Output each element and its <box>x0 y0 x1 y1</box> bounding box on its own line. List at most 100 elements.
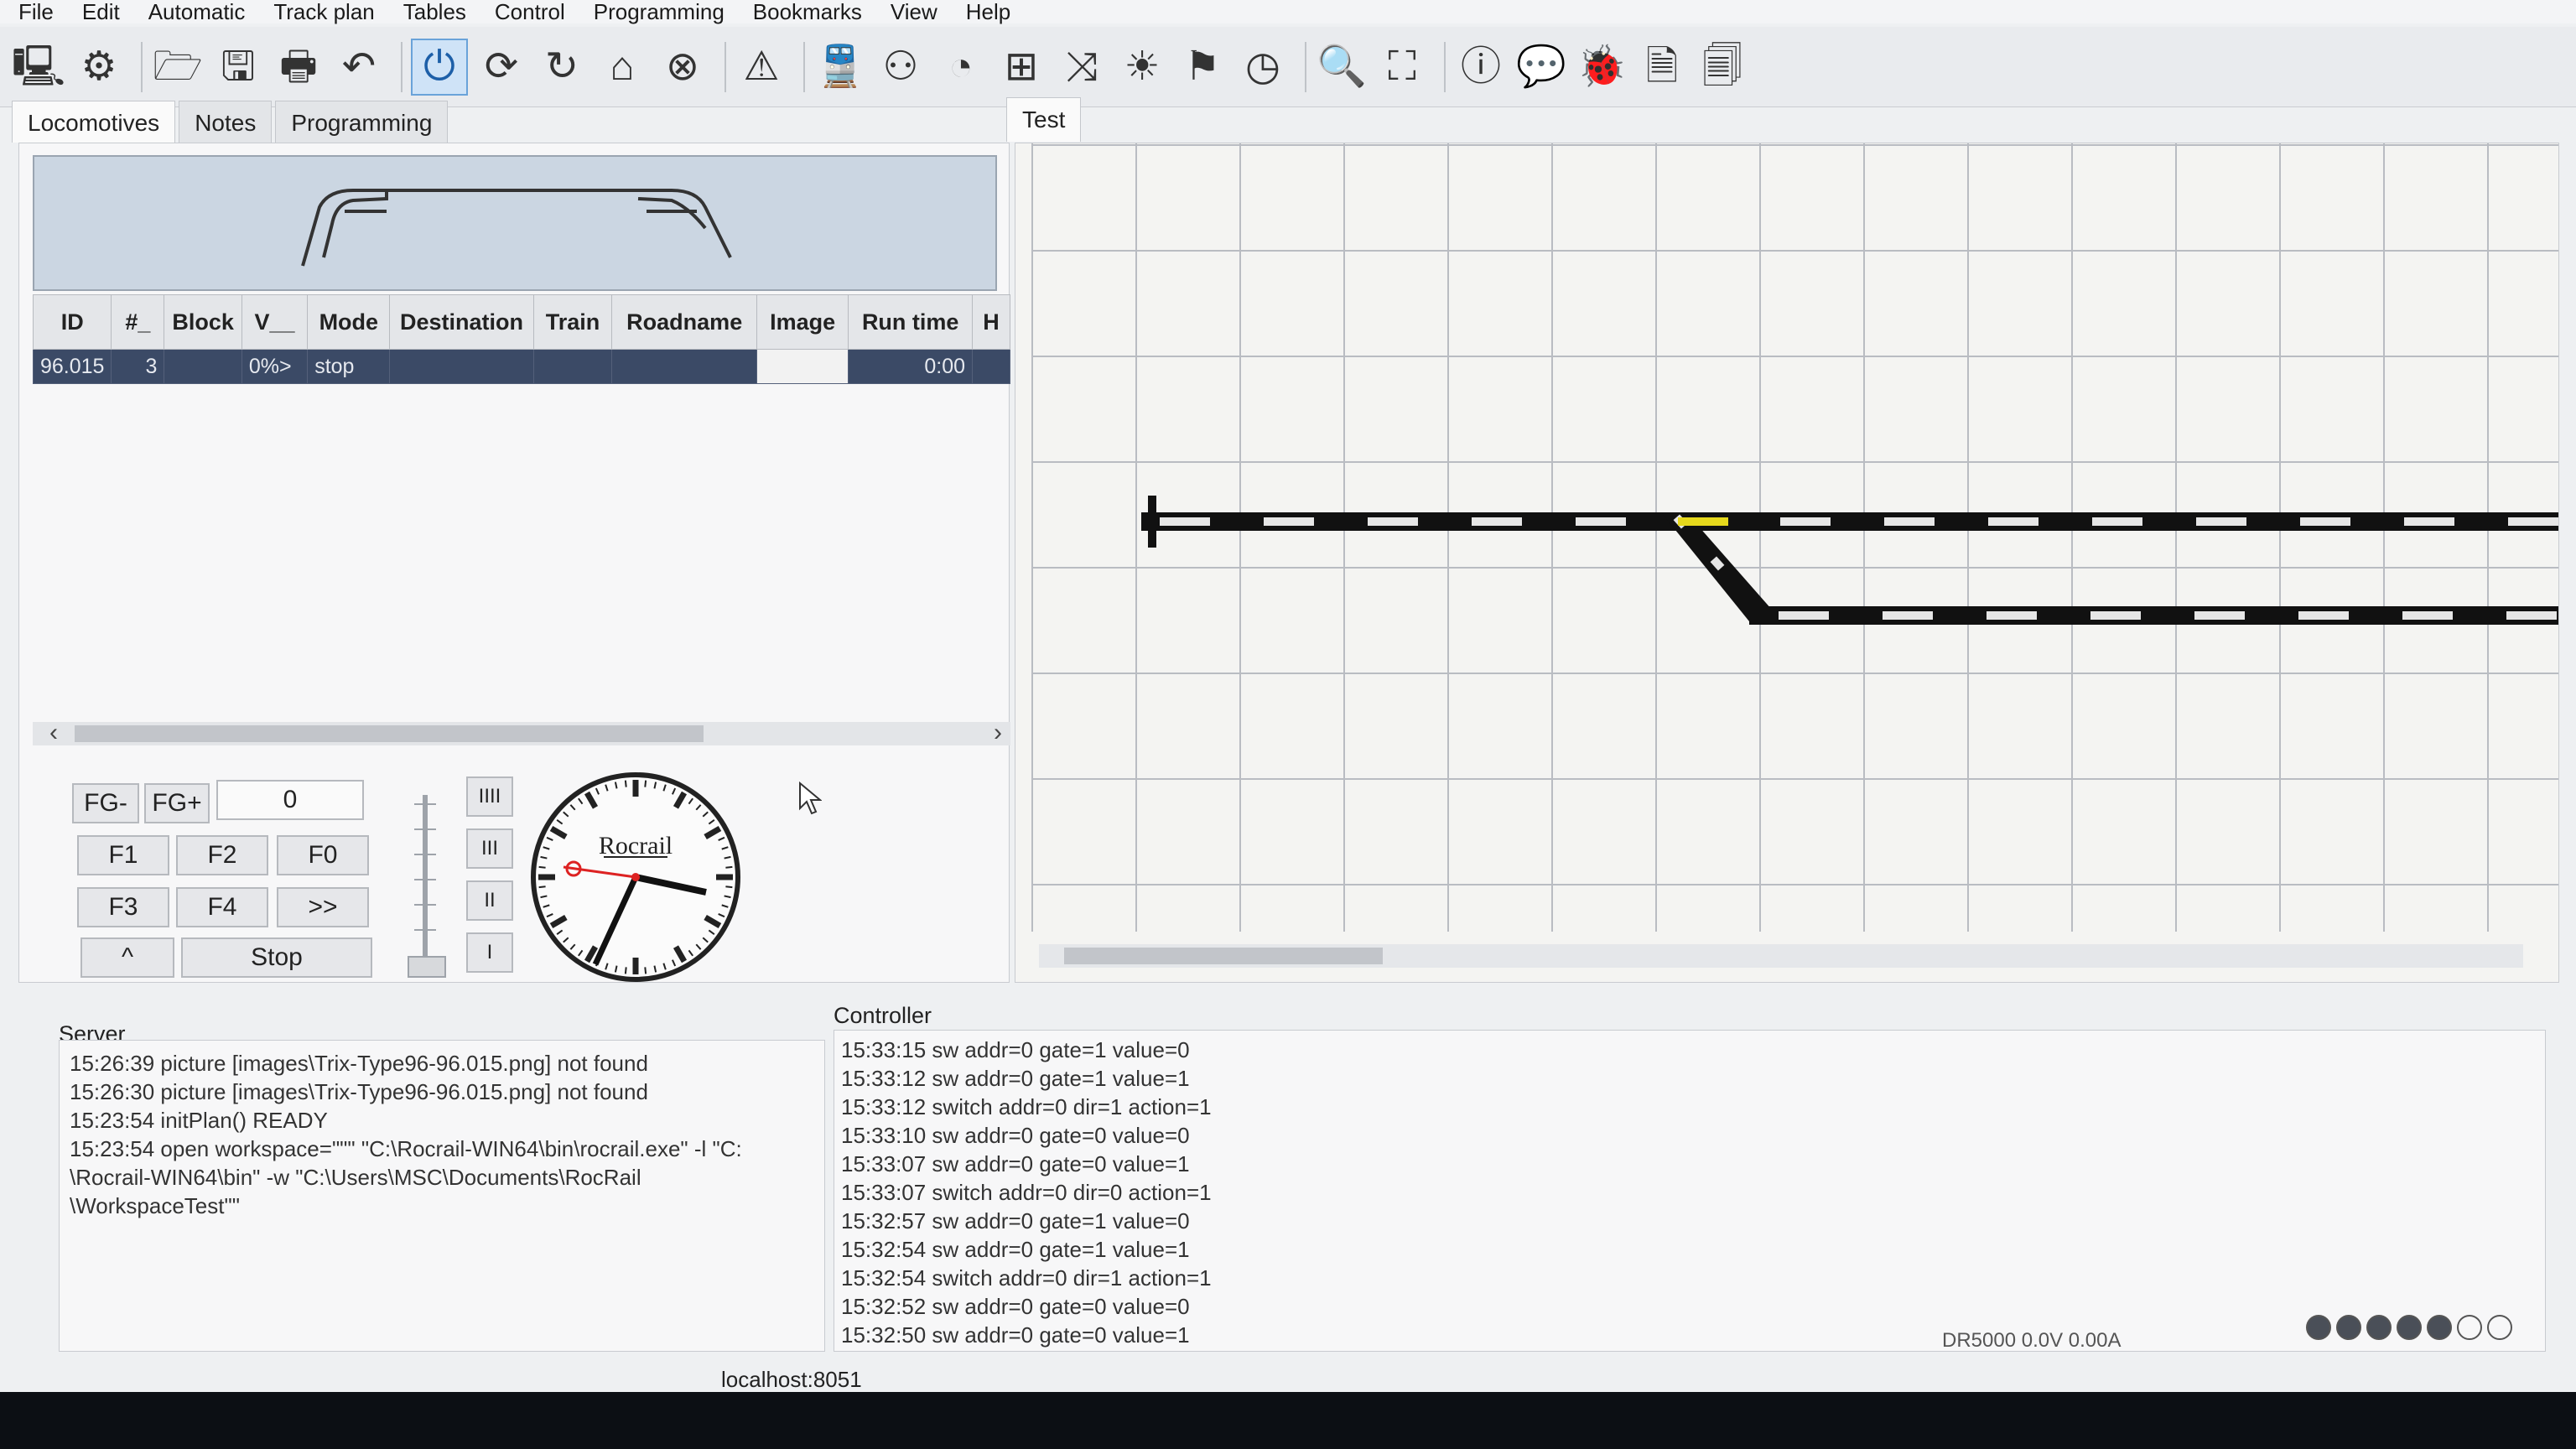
plan-horizontal-scrollbar[interactable] <box>1039 944 2523 968</box>
speed-slider[interactable] <box>408 795 446 978</box>
track-main[interactable] <box>1141 479 2558 548</box>
warning-icon[interactable]: ⚠ <box>735 40 788 94</box>
monitor-icon[interactable]: 🖳 <box>12 40 65 94</box>
clock-icon[interactable]: ◷ <box>1236 40 1290 94</box>
menu-help[interactable]: Help <box>966 0 1010 25</box>
menu-control[interactable]: Control <box>495 0 565 25</box>
sync-icon[interactable]: ⟳ <box>475 40 528 94</box>
menu-view[interactable]: View <box>891 0 937 25</box>
controller-log[interactable]: 15:33:15 sw addr=0 gate=1 value=0 15:33:1… <box>834 1030 2546 1352</box>
column-header[interactable]: Destination <box>389 294 534 350</box>
track-branch[interactable] <box>1661 512 2558 640</box>
tab-notes[interactable]: Notes <box>179 101 273 143</box>
shuffle-icon[interactable]: ⤨ <box>1055 40 1109 94</box>
scroll-left-icon[interactable]: ‹ <box>49 719 58 747</box>
column-header[interactable]: Mode <box>307 294 391 350</box>
column-header[interactable]: ID <box>32 294 112 350</box>
table-header-row: ID #_ Block V__ Mode Destination Train Roadname… <box>32 294 1010 350</box>
track-plan-canvas[interactable] <box>1015 143 2559 983</box>
stop-button[interactable]: Stop <box>181 937 372 978</box>
info-icon[interactable]: ⓘ <box>1454 40 1508 94</box>
log-line: 15:33:07 sw addr=0 gate=0 value=1 <box>841 1151 1190 1176</box>
server-log[interactable]: 15:26:39 picture [images\Trix-Type96-96.… <box>59 1040 825 1352</box>
f2-button[interactable]: F2 <box>176 835 268 875</box>
plan-scrollbar-thumb[interactable] <box>1064 948 1383 964</box>
locomotive-table: ID #_ Block V__ Mode Destination Train Roadname… <box>32 294 1010 384</box>
tab-plan-test[interactable]: Test <box>1006 97 1082 142</box>
throttle-icon[interactable]: ◔ <box>934 40 988 94</box>
log-line: 15:33:12 switch addr=0 dir=1 action=1 <box>841 1094 1212 1119</box>
menu-tables[interactable]: Tables <box>403 0 466 25</box>
speed-step-3-button[interactable]: III <box>466 828 513 869</box>
open-folder-icon[interactable]: 🗁 <box>151 40 205 94</box>
more-functions-button[interactable]: >> <box>277 887 369 927</box>
loco-silhouette-icon <box>301 189 732 267</box>
log-line: 15:32:50 sw addr=0 gate=0 value=1 <box>841 1322 1190 1348</box>
slider-tick <box>414 854 436 855</box>
f1-button[interactable]: F1 <box>77 835 169 875</box>
direction-button[interactable]: ^ <box>80 937 174 978</box>
column-header[interactable]: Train <box>532 294 613 350</box>
f3-button[interactable]: F3 <box>77 887 169 927</box>
status-led <box>2397 1315 2422 1340</box>
f0-button[interactable]: F0 <box>277 835 369 875</box>
undo-icon[interactable]: ↶ <box>332 40 386 94</box>
column-header[interactable]: #_ <box>111 294 165 350</box>
log-line: 15:33:10 sw addr=0 gate=0 value=0 <box>841 1123 1190 1148</box>
column-header[interactable]: V__ <box>241 294 309 350</box>
table-cell <box>532 349 613 384</box>
bug-icon[interactable]: 🐞 <box>1575 40 1628 94</box>
train-icon[interactable]: 🚆 <box>813 40 867 94</box>
column-header[interactable]: Block <box>164 294 242 350</box>
fullscreen-icon[interactable]: ⛶ <box>1375 40 1429 94</box>
speed-step-1-button[interactable]: I <box>466 932 513 973</box>
menu-automatic[interactable]: Automatic <box>148 0 246 25</box>
f4-button[interactable]: F4 <box>176 887 268 927</box>
column-header[interactable]: Image <box>756 294 849 350</box>
locos-icon[interactable]: ⚇ <box>874 40 927 94</box>
table-cell <box>389 349 534 384</box>
server-log-lines: 15:26:39 picture [images\Trix-Type96-96.… <box>60 1041 824 1228</box>
table-cell <box>756 349 849 384</box>
menu-track-plan[interactable]: Track plan <box>273 0 374 25</box>
fg-plus-button[interactable]: FG+ <box>144 783 210 823</box>
speed-step-2-button[interactable]: II <box>466 880 513 921</box>
speed-step-4-button[interactable]: IIII <box>466 776 513 817</box>
zoom-icon[interactable]: 🔍 <box>1315 40 1368 94</box>
flag-icon[interactable]: ⚑ <box>1176 40 1229 94</box>
column-header[interactable]: H <box>972 294 1010 350</box>
copy-icon[interactable]: 🗐 <box>1696 40 1749 94</box>
menu-edit[interactable]: Edit <box>82 0 120 25</box>
stop-circle-icon[interactable]: ⊗ <box>656 40 709 94</box>
chat-icon[interactable]: 💬 <box>1514 40 1568 94</box>
status-led <box>2487 1315 2512 1340</box>
print-icon[interactable]: 🖶 <box>272 40 325 94</box>
sun-icon[interactable]: ☀ <box>1115 40 1169 94</box>
home-icon[interactable]: ⌂ <box>595 40 649 94</box>
rocrail-window: File Edit Automatic Track plan Tables Co… <box>0 0 2576 1392</box>
occupied-block-indicator <box>1678 517 1728 526</box>
save-icon[interactable]: 🖫 <box>211 40 265 94</box>
scrollbar-thumb[interactable] <box>75 725 704 742</box>
table-row[interactable]: 96.015 3 0%> stop 0:00 <box>32 349 1010 384</box>
tab-locomotives[interactable]: Locomotives <box>12 101 176 143</box>
gears-icon[interactable]: ⚙ <box>72 40 126 94</box>
document-icon[interactable]: 🗎 <box>1635 40 1689 94</box>
tab-programming[interactable]: Programming <box>275 101 449 143</box>
menu-file[interactable]: File <box>18 0 54 25</box>
column-header[interactable]: Roadname <box>611 294 757 350</box>
log-line: 15:33:07 switch addr=0 dir=0 action=1 <box>841 1180 1212 1205</box>
function-group-field[interactable]: 0 <box>216 780 364 820</box>
power-icon[interactable]: ⏻ <box>411 38 468 96</box>
scroll-right-icon[interactable]: › <box>994 719 1002 747</box>
table-horizontal-scrollbar[interactable]: ‹ › <box>33 719 1010 747</box>
reset-icon[interactable]: ↻ <box>535 40 589 94</box>
slider-knob[interactable] <box>408 956 446 978</box>
column-header[interactable]: Run time <box>848 294 974 350</box>
grid-icon[interactable]: ⊞ <box>995 40 1048 94</box>
menu-programming[interactable]: Programming <box>594 0 724 25</box>
toolbar-separator <box>1444 41 1446 92</box>
fg-minus-button[interactable]: FG- <box>72 783 139 823</box>
menu-bookmarks[interactable]: Bookmarks <box>753 0 862 25</box>
power-status: DR5000 0.0V 0.00A <box>1942 1329 2122 1352</box>
